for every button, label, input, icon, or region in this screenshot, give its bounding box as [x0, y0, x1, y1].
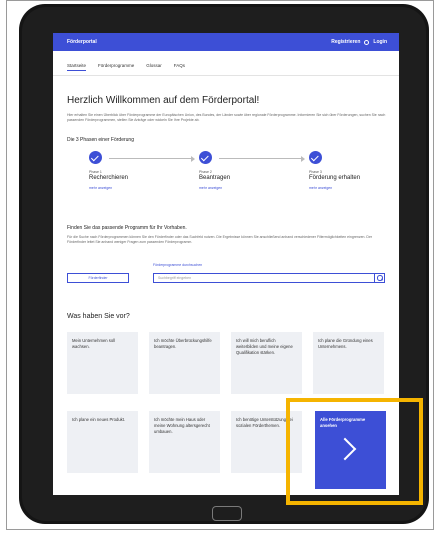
- finder-text: Für die Suche nach Förderprogrammen könn…: [67, 235, 373, 244]
- plan-card[interactable]: Ich will mich beruflich weiterbilden und…: [231, 332, 302, 394]
- finder-title: Finden Sie das passende Programm für Ihr…: [67, 225, 187, 231]
- foerderfinder-button[interactable]: Förderfinder: [67, 273, 129, 283]
- search-label: Förderprogramme durchsuchen: [153, 263, 203, 267]
- top-bar: Förderportal Registrieren Login: [53, 33, 399, 51]
- phase-more-link[interactable]: mehr anzeigen: [309, 186, 389, 190]
- check-icon: [89, 151, 102, 164]
- plan-card[interactable]: Ich möchte mein Haus oder meine Wohnung …: [149, 411, 220, 473]
- plan-card[interactable]: Mein Unternehmen soll wachsen.: [67, 332, 138, 394]
- plans-title: Was haben Sie vor?: [67, 313, 130, 320]
- nav-startseite[interactable]: Startseite: [67, 63, 87, 71]
- phases-title: Die 3 Phasen einer Förderung: [67, 137, 134, 143]
- check-icon: [199, 151, 212, 164]
- highlight-box: [286, 398, 423, 505]
- nav-divider: [53, 75, 399, 76]
- page-title: Herzlich Willkommen auf dem Förderportal…: [67, 95, 260, 106]
- search-icon[interactable]: [374, 273, 384, 283]
- login-link[interactable]: Login: [373, 39, 387, 45]
- phase-connector: [219, 158, 301, 159]
- nav-faqs[interactable]: FAQs: [174, 63, 185, 71]
- phase-label: Phase 1: [89, 170, 102, 174]
- brand-logo[interactable]: Förderportal: [67, 39, 97, 45]
- phase-connector: [109, 158, 191, 159]
- main-nav: Startseite Förderprogramme Glossar FAQs: [67, 63, 185, 71]
- phase-more-link[interactable]: mehr anzeigen: [89, 186, 169, 190]
- nav-foerderprogramme[interactable]: Förderprogramme: [98, 63, 134, 71]
- intro-text: Hier erhalten Sie einen Überblick über F…: [67, 113, 386, 122]
- plan-card[interactable]: Ich plane die Gründung eines Unternehmen…: [313, 332, 384, 394]
- phase-label: Phase 3: [309, 170, 322, 174]
- register-link[interactable]: Registrieren: [331, 39, 360, 45]
- check-icon: [309, 151, 322, 164]
- phase-2: Phase 2 Beantragen mehr anzeigen: [199, 151, 279, 190]
- arrow-right-icon: [301, 155, 305, 162]
- plan-card[interactable]: Ich plane ein neues Produkt.: [67, 411, 138, 473]
- phase-name: Recherchieren: [89, 175, 129, 181]
- account-links: Registrieren Login: [331, 39, 387, 45]
- search-input[interactable]: Suchbegriff eingeben: [153, 273, 385, 283]
- phase-label: Phase 2: [199, 170, 212, 174]
- search-placeholder: Suchbegriff eingeben: [158, 276, 192, 280]
- phase-more-link[interactable]: mehr anzeigen: [199, 186, 279, 190]
- home-button[interactable]: [212, 506, 242, 521]
- nav-glossar[interactable]: Glossar: [146, 63, 162, 71]
- plan-card[interactable]: Ich möchte Überbrückungshilfe beantragen…: [149, 332, 220, 394]
- arrow-right-icon: [191, 155, 195, 162]
- phase-name: Förderung erhalten: [309, 175, 361, 181]
- phase-1: Phase 1 Recherchieren mehr anzeigen: [89, 151, 169, 190]
- user-icon: [364, 39, 370, 45]
- phase-3: Phase 3 Förderung erhalten mehr anzeigen: [309, 151, 389, 190]
- phase-name: Beantragen: [199, 175, 231, 181]
